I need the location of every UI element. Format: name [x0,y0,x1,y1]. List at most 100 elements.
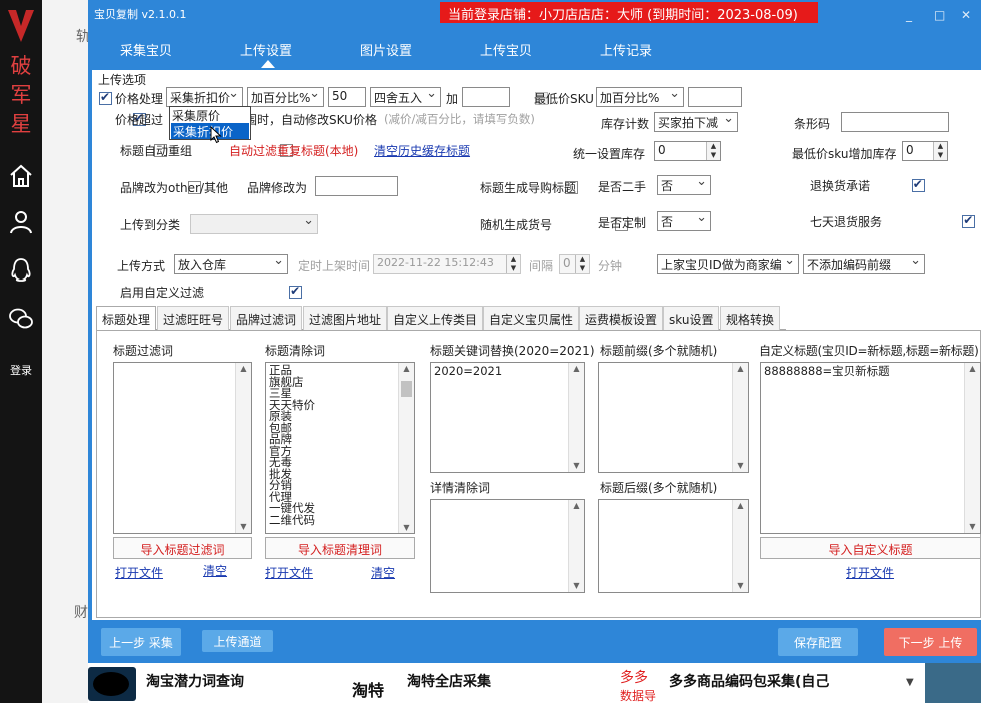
user-icon[interactable] [7,208,35,236]
subtab-sku-settings[interactable]: sku设置 [663,306,720,330]
barcode-input[interactable] [841,112,949,132]
scrollbar[interactable]: ▲ ▼ [732,500,748,592]
code-prefix-select[interactable]: 不添加编码前缀 [803,254,925,274]
scrollbar[interactable]: ▲ ▼ [964,363,980,533]
subtab-shipping-template[interactable]: 运费模板设置 [579,306,664,330]
rounding-select[interactable]: 四舍五入 [370,87,441,107]
subtab-filter-wangwang[interactable]: 过滤旺旺号 [157,306,230,330]
subtab-custom-category[interactable]: 自定义上传类目 [387,306,484,330]
title-suffix-textarea[interactable]: ▲ ▼ [598,499,749,593]
return-promise-checkbox[interactable] [911,177,925,192]
taskbar-item[interactable]: 淘特全店采集 [407,671,491,691]
scheduled-listing-stepper[interactable]: 2022-11-22 15:12:43 ▲ ▼ [373,254,521,274]
open-file-link[interactable]: 打开文件 [846,564,894,581]
maximize-icon[interactable]: □ [934,8,945,22]
scrollbar[interactable]: ▲ ▼ [568,500,584,592]
title-bar: 宝贝复制 v2.1.0.1 当前登录店铺：小刀店店店：大师 (到期时间：2023… [88,0,981,28]
close-icon[interactable]: ✕ [961,8,971,22]
interval-stepper[interactable]: 0 ▲ ▼ [559,254,590,274]
dropdown-option[interactable]: 采集原价 [172,107,248,123]
plus-label: 加 [446,92,459,106]
upload-channel-button[interactable]: 上传通道 [202,630,273,652]
save-config-button[interactable]: 保存配置 [778,628,858,656]
title-clear-words-textarea[interactable]: 正品 旗舰店 三星 天天特价 原装 包邮 品牌 官方 无毒 批发 分销 代理 一… [265,362,415,534]
is-custom-label: 是否定制 [598,216,647,230]
brand-change-input[interactable] [315,176,398,196]
tab-collect[interactable]: 采集宝贝 [120,40,172,59]
open-file-link[interactable]: 打开文件 [115,564,163,581]
scrollbar[interactable]: ▲ ▼ [732,363,748,472]
price-exceed-label-rest: 范围时，自动修改SKU价格 [233,113,377,127]
scrollbar[interactable]: ▲ ▼ [568,363,584,472]
store-banner: 当前登录店铺：小刀店店店：大师 (到期时间：2023-08-09) [440,2,818,23]
keyword-replace-label: 标题关键词替换(2020=2021) [430,344,595,358]
stock-count-select[interactable]: 买家拍下减 [654,112,738,132]
qq-icon[interactable] [7,256,35,284]
min-price-stock-stepper[interactable]: 0 ▲ ▼ [902,141,948,161]
tab-upload-items[interactable]: 上传宝贝 [480,40,532,59]
second-hand-select[interactable]: 否 [657,175,711,195]
app-thumbnail-icon[interactable] [88,667,136,701]
unified-stock-stepper[interactable]: 0 ▲ ▼ [654,141,721,161]
interval-unit-label: 分钟 [598,259,623,273]
title-processing-panel: 标题过滤词 ▲ ▼ 导入标题过滤词 打开文件 清空 标题清除词 正品 旗舰店 三星… [96,330,981,618]
custom-filter-checkbox[interactable] [289,284,303,299]
spinner-arrows-icon[interactable]: ▲ ▼ [575,255,589,273]
min-price-sku-amount-input[interactable] [688,87,742,107]
tab-upload-settings[interactable]: 上传设置 [240,40,292,59]
interval-label: 间隔 [529,259,554,273]
price-amount-input[interactable]: 50 [328,87,366,107]
price-mode-select[interactable]: 采集折扣价 [166,87,243,107]
title-gen-guide-label: 标题生成导购标题 [480,181,577,195]
tab-upload-records[interactable]: 上传记录 [600,40,652,59]
home-icon[interactable] [7,162,35,190]
taskbar-dropdown-icon[interactable]: ▼ [906,677,914,688]
taskbar-logo-duoduo[interactable]: 多多 [620,667,648,687]
upload-method-select[interactable]: 放入仓库 [174,254,288,274]
auto-filter-dup-label: 自动过滤重复标题(本地) [229,144,359,158]
seven-day-return-checkbox[interactable] [962,213,976,228]
clear-history-link[interactable]: 清空历史缓存标题 [374,142,470,159]
price-processing-checkbox[interactable] [99,90,112,105]
scrollbar[interactable]: ▲ ▼ [235,363,251,533]
min-price-sku-method-select[interactable]: 加百分比% [596,87,684,107]
detail-clear-words-textarea[interactable]: ▲ ▼ [430,499,585,593]
prev-step-button[interactable]: 上一步 采集 [101,628,181,656]
open-file-link[interactable]: 打开文件 [265,564,313,581]
taskbar-item[interactable]: 多多商品编码包采集(自己 [669,671,829,691]
app-window: 宝贝复制 v2.1.0.1 当前登录店铺：小刀店店店：大师 (到期时间：2023… [88,0,981,663]
next-step-button[interactable]: 下一步 上传 [884,628,977,656]
minimize-icon[interactable]: _ [906,8,912,22]
taskbar-logo-taote[interactable]: 淘特 [352,677,384,701]
import-custom-title-button[interactable]: 导入自定义标题 [760,537,981,559]
wechat-icon[interactable] [7,305,35,333]
spinner-arrows-icon[interactable]: ▲ ▼ [933,142,947,160]
title-prefix-textarea[interactable]: ▲ ▼ [598,362,749,473]
subtab-title-processing[interactable]: 标题处理 [96,306,157,331]
spinner-arrows-icon[interactable]: ▲ ▼ [706,142,720,160]
merchant-code-select[interactable]: 上家宝贝ID做为商家编 [657,254,799,274]
spinner-arrows-icon[interactable]: ▲ ▼ [506,255,520,273]
plus-amount-input[interactable] [462,87,510,107]
import-title-filter-button[interactable]: 导入标题过滤词 [113,537,252,559]
upload-category-select[interactable] [190,214,318,234]
subtab-brand-filter[interactable]: 品牌过滤词 [230,306,303,330]
keyword-replace-textarea[interactable]: 2020=2021 ▲ ▼ [430,362,585,473]
custom-title-textarea[interactable]: 88888888=宝贝新标题 ▲ ▼ [760,362,981,534]
is-custom-select[interactable]: 否 [657,211,711,231]
clear-link[interactable]: 清空 [371,564,395,581]
login-link[interactable]: 登录 [0,362,42,378]
import-title-clear-button[interactable]: 导入标题清理词 [265,537,415,559]
custom-title-label: 自定义标题(宝贝ID=新标题,标题=新标题) [759,344,979,358]
subtab-custom-attributes[interactable]: 自定义宝贝属性 [483,306,580,330]
taskbar-item[interactable]: 淘宝潜力词查询 [146,671,244,691]
clear-link[interactable]: 清空 [203,562,227,579]
subtab-spec-convert[interactable]: 规格转换 [720,306,781,330]
title-filter-words-textarea[interactable]: ▲ ▼ [113,362,252,534]
min-price-stock-label: 最低价sku增加库存 [792,147,897,161]
subtab-filter-image-url[interactable]: 过滤图片地址 [303,306,388,330]
custom-filter-label: 启用自定义过滤 [120,286,205,300]
scrollbar[interactable]: ▲ ▼ [398,363,414,533]
tab-image-settings[interactable]: 图片设置 [360,40,412,59]
price-method-select[interactable]: 加百分比% [247,87,324,107]
